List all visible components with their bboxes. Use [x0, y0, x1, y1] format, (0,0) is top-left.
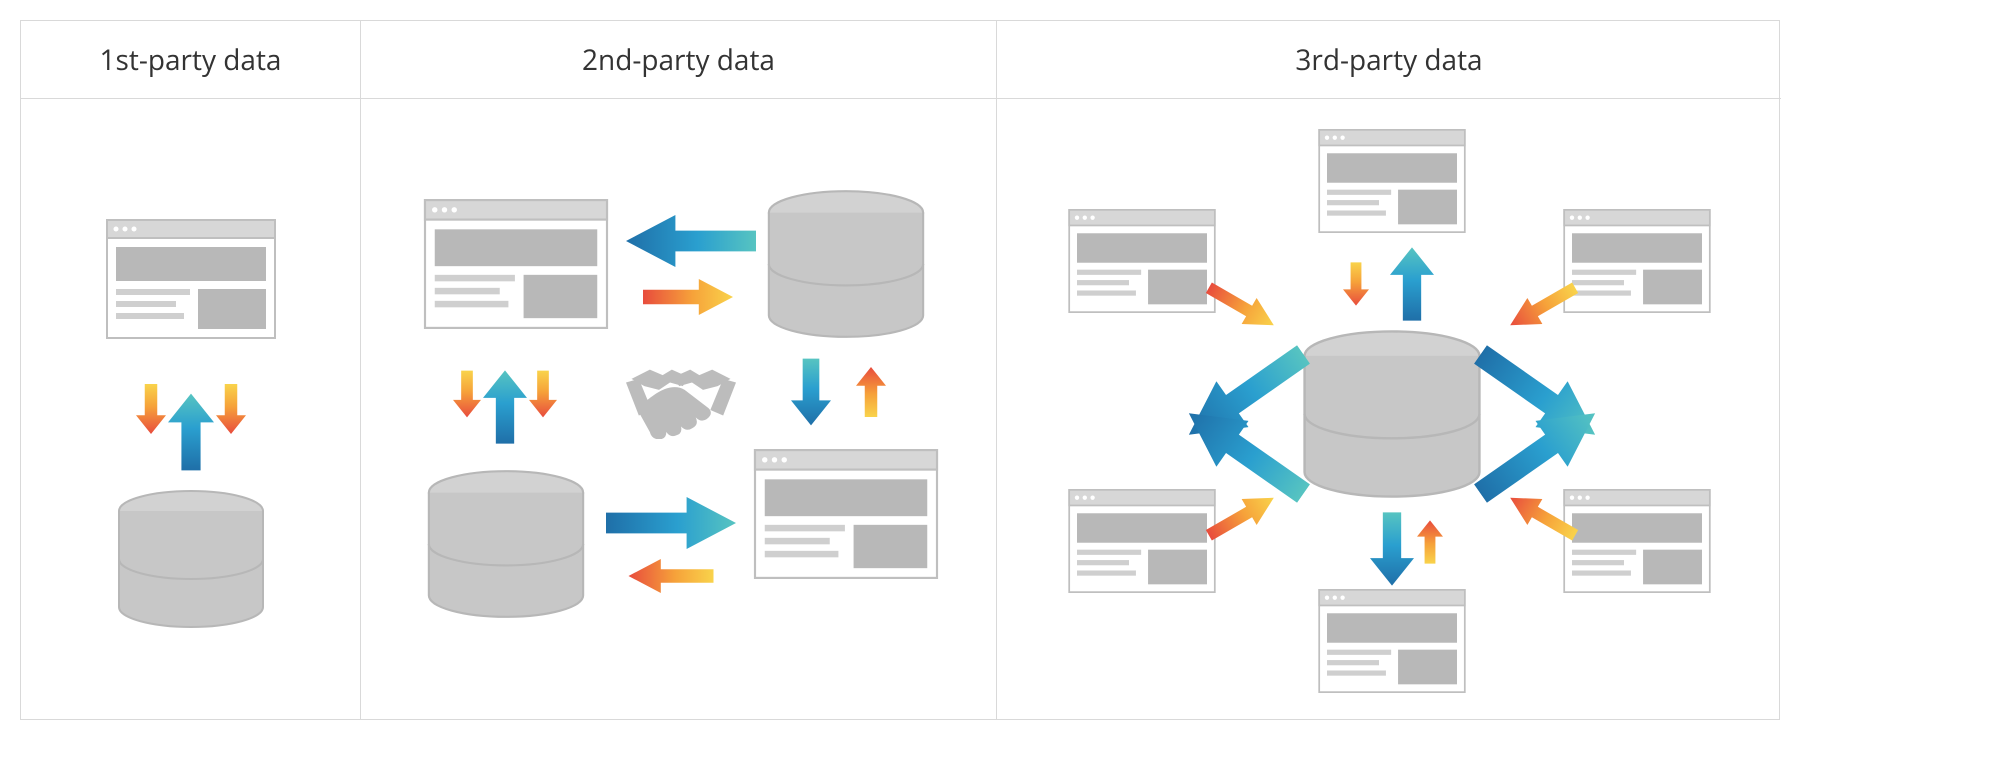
database-cylinder-icon	[429, 471, 583, 617]
handshake-icon	[626, 370, 736, 440]
arrow-right-icon	[606, 497, 736, 549]
browser-window-icon	[1319, 590, 1465, 692]
arrow-up-center	[168, 394, 214, 471]
arrow-in-icon	[1417, 520, 1443, 563]
browser-window-icon	[107, 220, 275, 338]
browser-window-icon	[425, 200, 607, 328]
arrow-out-icon	[1390, 247, 1434, 320]
browser-window-icon	[755, 450, 937, 578]
arrow-left-icon	[629, 559, 714, 593]
column-third-party: 3rd-party data	[997, 21, 1781, 719]
column-first-party: 1st-party data	[21, 21, 361, 719]
third-party-graphic	[997, 99, 1781, 719]
browser-window-icon	[1564, 490, 1710, 592]
arrow-out-icon	[1464, 331, 1611, 457]
database-cylinder-icon	[119, 491, 263, 627]
arrow-down-icon	[529, 371, 557, 418]
arrow-down-right	[216, 384, 246, 434]
first-party-graphic	[21, 99, 361, 719]
column-title: 1st-party data	[21, 21, 360, 99]
arrow-out-icon	[1370, 512, 1414, 585]
column-title: 3rd-party data	[997, 21, 1781, 99]
column-title: 2nd-party data	[361, 21, 996, 99]
data-party-diagram: 1st-party data 2nd-party data	[20, 20, 1780, 720]
arrow-right-icon	[643, 279, 733, 315]
browser-window-icon	[1564, 210, 1710, 312]
arrow-up-icon	[483, 370, 527, 443]
arrow-down-left	[136, 384, 166, 434]
database-cylinder-icon	[1305, 331, 1480, 496]
arrow-down-icon	[453, 371, 481, 418]
database-cylinder-icon	[769, 191, 923, 337]
column-title-text: 1st-party data	[100, 41, 282, 79]
browser-window-icon	[1319, 130, 1465, 232]
arrow-out-icon	[1173, 331, 1320, 457]
arrow-up-icon	[856, 367, 886, 417]
column-title-text: 2nd-party data	[582, 41, 775, 79]
browser-window-icon	[1069, 490, 1215, 592]
column-second-party: 2nd-party data	[361, 21, 997, 719]
arrow-left-icon	[626, 215, 756, 267]
arrow-down-icon	[791, 359, 831, 426]
column-title-text: 3rd-party data	[1295, 41, 1482, 79]
browser-window-icon	[1069, 210, 1215, 312]
arrow-in-icon	[1343, 262, 1369, 305]
second-party-graphic	[361, 99, 997, 719]
